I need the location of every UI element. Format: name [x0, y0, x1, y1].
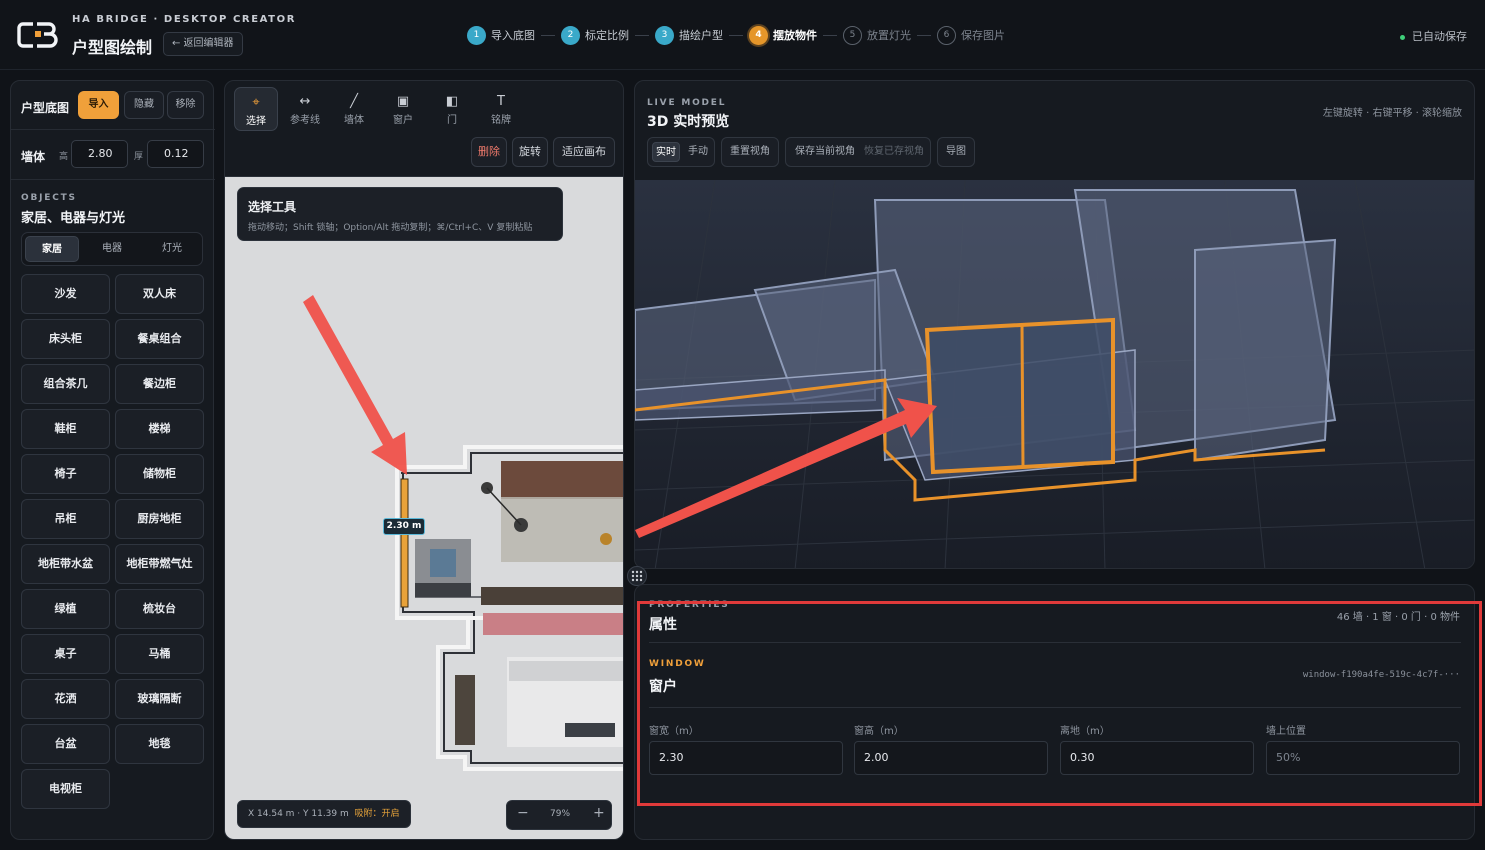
select-tool[interactable]: ⌖ 选择	[234, 87, 278, 131]
remove-floorplan-button[interactable]: 移除	[167, 91, 204, 119]
wall-tool[interactable]: ╱ 墙体	[332, 87, 376, 131]
floorplan-editor: ⌖选择↔参考线╱墙体▣窗户◧门T铭牌 删除 旋转 适应画布	[224, 80, 624, 840]
3d-viewport[interactable]	[635, 179, 1474, 568]
object-button[interactable]: 梳妆台	[115, 589, 204, 629]
preview-panel: LIVE MODEL 3D 实时预览 左键旋转 · 右键平移 · 滚轮缩放 实时…	[634, 80, 1475, 569]
object-button[interactable]: 床头柜	[21, 319, 110, 359]
3d-scene	[635, 179, 1474, 568]
brand-subtitle: HA BRIDGE · DESKTOP CREATOR	[72, 14, 297, 25]
door-tool-icon: ◧	[445, 94, 459, 109]
reset-view-button[interactable]: 重置视角	[721, 137, 779, 167]
objects-title: 家居、电器与灯光	[21, 211, 126, 226]
wall-label: 墙体	[21, 150, 46, 164]
objects-eyebrow: OBJECTS	[21, 193, 77, 203]
step-place-objects[interactable]: 4 摆放物件	[749, 25, 817, 45]
annotation-arrow	[303, 295, 407, 475]
wall-height-input[interactable]: 2.80	[71, 140, 128, 168]
restore-view-button[interactable]: 恢复已存视角	[860, 142, 928, 162]
selected-window-3d[interactable]	[924, 317, 1115, 475]
tooltip-description: 拖动移动；Shift 锁轴；Option/Alt 拖动复制；⌘/Ctrl+C、V…	[248, 223, 533, 233]
object-button[interactable]: 地柜带水盆	[21, 544, 110, 584]
object-button[interactable]: 桌子	[21, 634, 110, 674]
import-floorplan-button[interactable]: 导入	[78, 91, 119, 119]
left-sidebar: 户型底图 导入 隐藏 移除 墙体 高 2.80 厚 0.12 OBJECTS 家…	[10, 80, 215, 840]
object-button[interactable]: 厨房地柜	[115, 499, 204, 539]
guide-tool-icon: ↔	[299, 94, 311, 109]
app-logo	[17, 22, 58, 48]
select-tool-icon: ⌖	[252, 95, 260, 110]
tab-lights[interactable]: 灯光	[145, 236, 199, 262]
tab-furniture[interactable]: 家居	[25, 236, 79, 262]
object-category-tabs: 家居 电器 灯光	[21, 232, 203, 266]
door-tool[interactable]: ◧ 门	[430, 87, 474, 131]
view-save-group: 保存当前视角 恢复已存视角	[785, 137, 931, 167]
snap-toggle[interactable]: 吸附：开启	[355, 809, 400, 819]
export-image-button[interactable]: 导图	[937, 137, 975, 167]
status-dot-icon	[1400, 34, 1405, 40]
cursor-coordinates: X 14.54 m · Y 11.39 m 吸附：开启	[237, 800, 411, 828]
preview-hint: 左键旋转 · 右键平移 · 滚轮缩放	[1322, 108, 1462, 119]
tooltip-title: 选择工具	[248, 200, 297, 214]
step-trace[interactable]: 3 描绘户型	[655, 25, 723, 45]
object-button[interactable]: 玻璃隔断	[115, 679, 204, 719]
floorplan-canvas[interactable]: 2.30 m 选择工具 拖动移动；Shift 锁轴；Option/Alt 拖动复…	[225, 176, 623, 839]
hide-floorplan-button[interactable]: 隐藏	[124, 91, 164, 119]
rotate-button[interactable]: 旋转	[512, 137, 548, 167]
page-title: 户型图绘制	[72, 38, 153, 57]
object-button[interactable]: 楼梯	[115, 409, 204, 449]
highlight-box	[637, 601, 1482, 806]
zoom-control: − 79% +	[506, 800, 612, 830]
step-scale[interactable]: 2 标定比例	[561, 25, 629, 45]
object-button[interactable]: 地柜带燃气灶	[115, 544, 204, 584]
zoom-in-button[interactable]: +	[593, 805, 605, 821]
object-button[interactable]: 绿植	[21, 589, 110, 629]
object-button[interactable]: 吊柜	[21, 499, 110, 539]
object-button[interactable]: 双人床	[115, 274, 204, 314]
object-button[interactable]: 电视柜	[21, 769, 110, 809]
object-button[interactable]: 沙发	[21, 274, 110, 314]
live-mode-button[interactable]: 实时	[652, 142, 680, 162]
object-button[interactable]: 餐边柜	[115, 364, 204, 404]
tool-tooltip: 选择工具 拖动移动；Shift 锁轴；Option/Alt 拖动复制；⌘/Ctr…	[237, 187, 563, 241]
zoom-out-button[interactable]: −	[517, 805, 529, 821]
label-tool[interactable]: T 铭牌	[479, 87, 523, 131]
save-view-button[interactable]: 保存当前视角	[790, 142, 860, 162]
preview-eyebrow: LIVE MODEL	[647, 98, 727, 108]
fit-canvas-button[interactable]: 适应画布	[553, 137, 615, 167]
object-button[interactable]: 椅子	[21, 454, 110, 494]
object-button[interactable]: 地毯	[115, 724, 204, 764]
guide-tool[interactable]: ↔ 参考线	[283, 87, 327, 131]
dimension-label: 2.30 m	[383, 518, 425, 535]
object-button[interactable]: 马桶	[115, 634, 204, 674]
window-tool-icon: ▣	[396, 94, 410, 109]
step-import[interactable]: 1 导入底图	[467, 25, 535, 45]
tab-appliances[interactable]: 电器	[85, 236, 139, 262]
wizard-steps: 1 导入底图 2 标定比例 3 描绘户型 4 摆放物件 5 放置灯光 6 保存图片	[467, 24, 1005, 46]
back-to-editor-button[interactable]: ← 返回编辑器	[163, 32, 243, 56]
object-button[interactable]: 储物柜	[115, 454, 204, 494]
object-button[interactable]: 组合茶几	[21, 364, 110, 404]
delete-button[interactable]: 删除	[471, 137, 507, 167]
grip-icon	[631, 570, 643, 582]
wall-thickness-input[interactable]: 0.12	[147, 140, 204, 168]
render-mode-group: 实时 手动	[647, 137, 715, 167]
object-button[interactable]: 台盆	[21, 724, 110, 764]
panel-resize-handle[interactable]	[627, 566, 647, 586]
step-lights[interactable]: 5 放置灯光	[843, 25, 911, 45]
object-button[interactable]: 花洒	[21, 679, 110, 719]
preview-title: 3D 实时预览	[647, 114, 730, 130]
autosave-status: 已自动保存	[1400, 28, 1467, 44]
app-header: HA BRIDGE · DESKTOP CREATOR 户型图绘制 ← 返回编辑…	[0, 0, 1485, 70]
manual-mode-button[interactable]: 手动	[684, 142, 712, 162]
floorplan-label: 户型底图	[21, 101, 70, 115]
zoom-level: 79%	[550, 809, 571, 819]
label-tool-icon: T	[497, 94, 505, 109]
step-save-image[interactable]: 6 保存图片	[937, 25, 1005, 45]
object-button[interactable]: 鞋柜	[21, 409, 110, 449]
object-button[interactable]: 餐桌组合	[115, 319, 204, 359]
wall-tool-icon: ╱	[350, 94, 358, 109]
window-tool[interactable]: ▣ 窗户	[381, 87, 425, 131]
